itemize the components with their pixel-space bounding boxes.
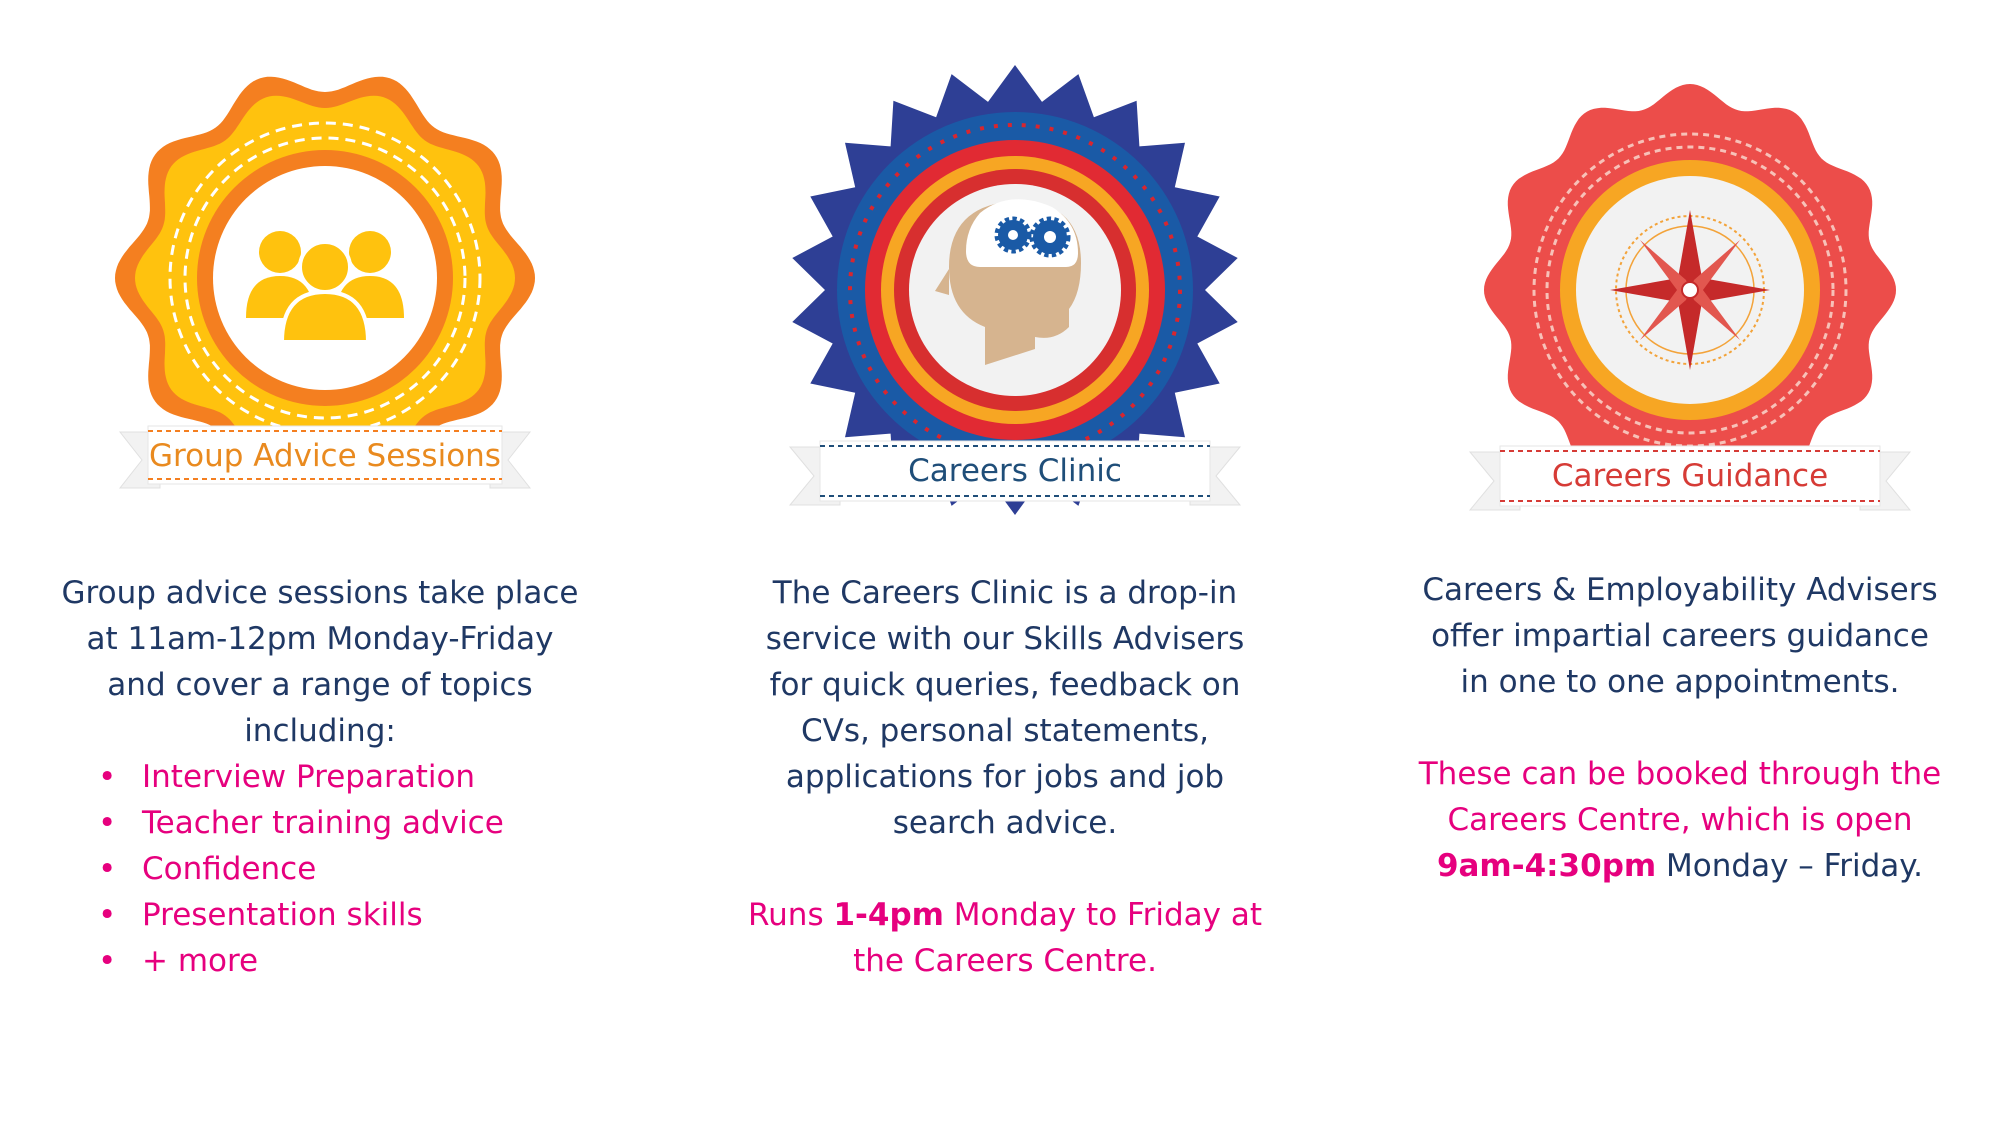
list-item: Interview Preparation — [98, 754, 600, 800]
careers-guidance-badge: Careers Guidance — [1460, 70, 1920, 540]
group-advice-badge: Group Advice Sessions — [100, 60, 550, 520]
careers-guidance-description: Careers & Employability Advisers offer i… — [1395, 567, 1965, 889]
booking-line: Careers Centre, which is open — [1447, 802, 1913, 838]
title-ribbon: Group Advice Sessions — [118, 425, 532, 489]
intro-line: including: — [244, 713, 396, 749]
topics-list: Interview Preparation Teacher training a… — [40, 754, 600, 984]
intro-line: Careers & Employability Advisers — [1422, 572, 1938, 608]
badge-title: Careers Guidance — [1552, 458, 1828, 494]
intro-line: The Careers Clinic is a drop-in — [772, 575, 1238, 611]
intro-line: at 11am-12pm Monday-Friday — [86, 621, 554, 657]
hours-time: 1-4pm — [833, 897, 944, 933]
title-ribbon: Careers Guidance — [1468, 445, 1912, 511]
badge-title: Careers Clinic — [908, 453, 1122, 489]
hours-line: the Careers Centre. — [853, 943, 1157, 979]
booking-line: These can be booked through the — [1418, 756, 1942, 792]
intro-line: service with our Skills Advisers — [765, 621, 1245, 657]
intro-line: in one to one appointments. — [1460, 664, 1900, 700]
intro-line: CVs, personal statements, — [800, 713, 1210, 749]
hours-line: Runs 1-4pm Monday to Friday at — [748, 897, 1262, 933]
careers-clinic-badge: Careers Clinic — [780, 55, 1250, 535]
intro-line: offer impartial careers guidance — [1431, 618, 1929, 654]
title-ribbon: Careers Clinic — [788, 440, 1242, 506]
intro-line: and cover a range of topics — [107, 667, 533, 703]
intro-line: applications for jobs and job — [785, 759, 1225, 795]
list-item: Teacher training advice — [98, 800, 600, 846]
list-item: + more — [98, 938, 600, 984]
badge-title: Group Advice Sessions — [149, 438, 501, 474]
group-advice-description: Group advice sessions take place at 11am… — [40, 570, 600, 984]
booking-line: 9am-4:30pm Monday – Friday. — [1436, 848, 1924, 884]
list-item: Presentation skills — [98, 892, 600, 938]
opening-hours: 9am-4:30pm — [1436, 848, 1657, 884]
intro-line: for quick queries, feedback on — [769, 667, 1241, 703]
careers-clinic-description: The Careers Clinic is a drop-in service … — [720, 570, 1290, 984]
intro-line: Group advice sessions take place — [61, 575, 579, 611]
intro-line: search advice. — [892, 805, 1118, 841]
list-item: Confidence — [98, 846, 600, 892]
